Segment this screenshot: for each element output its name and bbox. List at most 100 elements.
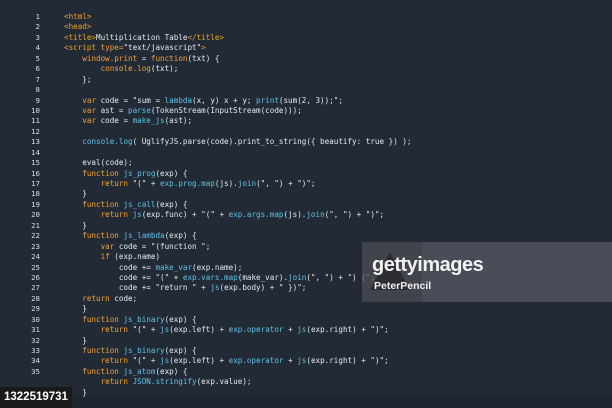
code-token: (exp.right) + ")"; <box>306 356 389 366</box>
code-line: return "(" + js(exp.left) + exp.operator… <box>64 325 612 335</box>
code-token: } <box>64 335 87 345</box>
line-number: 19 <box>31 199 40 209</box>
code-token: function <box>150 53 188 63</box>
line-number: 29 <box>31 304 40 314</box>
code-token: (TokenStream(InputStream(code))); <box>150 105 302 115</box>
code-token: </title> <box>187 32 225 42</box>
code-token: } <box>64 220 87 230</box>
code-token: if <box>100 252 110 262</box>
line-number-gutter: 1 2 3 4 5 6 7 8 9 10 11 12 13 14 15 16 17 18 19 20 21 22 23 24 2… <box>0 12 42 377</box>
code-token: code = "(function "; <box>114 241 211 251</box>
code-token: "(" + <box>128 325 161 335</box>
code-line: eval(code); <box>64 158 612 168</box>
line-number: 31 <box>31 325 40 335</box>
code-token: (exp) { <box>155 366 188 376</box>
code-token: (ast); <box>164 116 193 126</box>
code-token: js <box>160 325 170 335</box>
line-number: 4 <box>35 43 40 53</box>
code-token: print <box>256 95 279 105</box>
code-token: return <box>100 210 129 220</box>
code-token: console.log <box>100 64 151 74</box>
code-line: return "(" + js(exp.left) + exp.operator… <box>64 356 612 366</box>
code-line: } <box>64 388 612 398</box>
code-token: function <box>82 366 119 376</box>
watermark-logo: gettyimages <box>372 254 484 276</box>
code-token: window.print <box>82 53 138 63</box>
code-token: code += "return " + <box>64 283 211 293</box>
code-token: make_var <box>155 262 193 272</box>
line-number: 16 <box>31 168 40 178</box>
code-token: } <box>64 189 87 199</box>
line-number: 33 <box>31 346 40 355</box>
code-line: console.log(txt); <box>64 64 612 74</box>
code-token: return <box>100 325 129 335</box>
code-token: exp.prog.map <box>160 179 215 188</box>
code-line: <head> <box>64 22 612 32</box>
code-area[interactable]: <html> <head> <title>Multiplication Table<… <box>64 12 612 398</box>
code-token: parse <box>128 105 151 115</box>
code-token: + <box>283 356 298 366</box>
code-token: var <box>82 116 97 126</box>
code-token: function <box>82 346 119 355</box>
code-token: js_atom <box>123 366 156 376</box>
line-number: 35 <box>31 366 40 376</box>
line-number: 17 <box>31 179 40 188</box>
code-line: <title>Multiplication Table</title> <box>64 33 612 43</box>
code-token: return <box>100 356 129 366</box>
code-token: js <box>132 210 142 220</box>
code-line: <html> <box>64 12 612 22</box>
line-number: 24 <box>31 252 40 262</box>
code-line: var code = make_js(ast); <box>64 116 612 126</box>
line-number: 26 <box>31 272 40 282</box>
code-token: js <box>297 356 307 366</box>
code-line: var ast = parse(TokenStream(InputStream(… <box>64 106 612 116</box>
code-line: return "(" + exp.prog.map(js).join(", ")… <box>64 179 612 189</box>
line-number: 11 <box>31 116 40 126</box>
code-token: js_call <box>123 199 156 209</box>
code-token: (x, y) x + y; <box>192 95 257 105</box>
code-token: (exp) { <box>164 346 197 355</box>
code-token: ( UglifyJS.parse(code).print_to_string({… <box>132 137 412 147</box>
line-number: 23 <box>31 241 40 251</box>
code-token: exp.operator <box>228 325 284 335</box>
code-editor: 1 2 3 4 5 6 7 8 9 10 11 12 13 14 15 16 17 18 19 20 21 22 23 24 2… <box>0 0 612 398</box>
code-line: function js_lambda(exp) { <box>64 231 612 241</box>
line-number: 12 <box>31 126 40 136</box>
code-token: (exp.value); <box>196 377 252 387</box>
line-number: 10 <box>31 105 40 115</box>
code-token: (sum(2, 3));"; <box>278 95 343 105</box>
code-token: (js). <box>283 210 307 220</box>
code-token: var <box>100 241 115 251</box>
code-line: console.log( UglifyJS.parse(code).print_… <box>64 137 612 147</box>
line-number: 22 <box>31 231 40 241</box>
code-token: JSON.stringify <box>132 377 197 387</box>
code-line: return JSON.stringify(exp.value); <box>64 377 612 387</box>
code-token: (exp.right) + ")"; <box>306 325 389 335</box>
line-number: 14 <box>31 147 40 157</box>
code-token: var <box>82 95 97 105</box>
code-line: function js_prog(exp) { <box>64 169 612 179</box>
code-token: (txt); <box>150 64 179 74</box>
line-number: 20 <box>31 210 40 220</box>
code-token: "(" + <box>128 356 161 366</box>
code-token: js <box>160 356 170 366</box>
code-line: function js_atom(exp) { <box>64 367 612 377</box>
line-number: 1 <box>35 12 40 21</box>
code-token: (exp.func) + "(" + <box>141 210 229 220</box>
code-token: (exp.name) <box>109 252 161 262</box>
code-token: return <box>100 179 129 188</box>
code-token: (exp.body) + " })"; <box>219 283 307 293</box>
code-token: (exp.left) + <box>169 325 229 335</box>
code-token: (exp) { <box>155 168 188 178</box>
code-token: function <box>82 199 119 209</box>
